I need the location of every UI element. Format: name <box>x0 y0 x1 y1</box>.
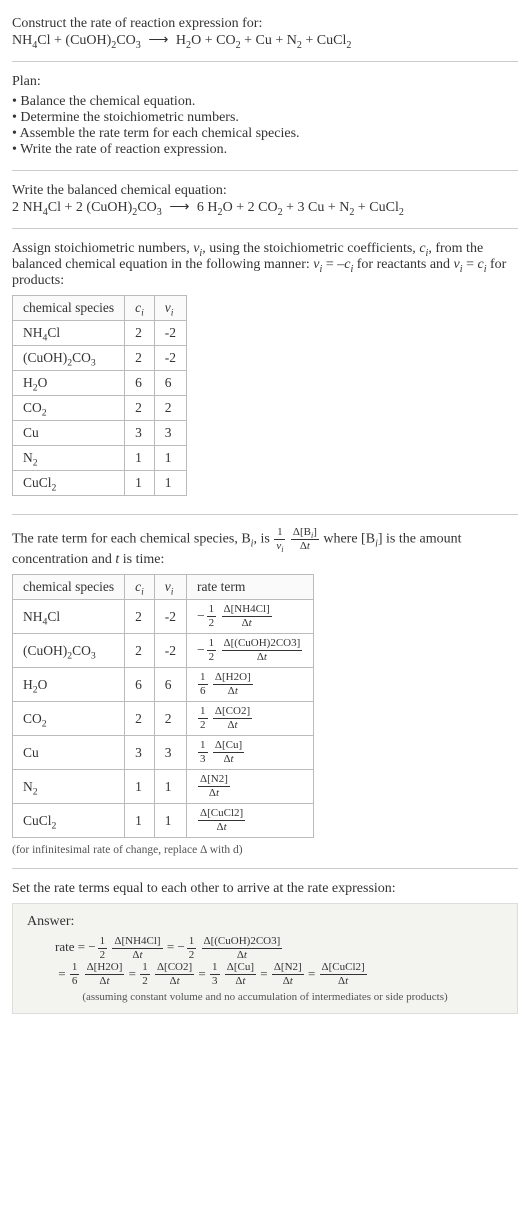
answer-box: Answer: rate = −12 Δ[NH4Cl]Δt = −12 Δ[(C… <box>12 903 518 1014</box>
stoich-table: chemical species ci νi NH4Cl2-2 (CuOH)2C… <box>12 295 187 496</box>
infinitesimal-note: (for infinitesimal rate of change, repla… <box>12 844 518 856</box>
plan-section: Plan: Balance the chemical equation. Det… <box>12 66 518 166</box>
col-ci: ci <box>125 296 155 321</box>
balanced-equation: 2 NH4Cl + 2 (CuOH)2CO3 ⟶ 6 H2O + 2 CO2 +… <box>12 199 518 216</box>
stoich-section: Assign stoichiometric numbers, νi, using… <box>12 233 518 510</box>
rate-expression: rate = −12 Δ[NH4Cl]Δt = −12 Δ[(CuOH)2CO3… <box>27 934 503 987</box>
answer-assumption-note: (assuming constant volume and no accumul… <box>27 991 503 1003</box>
final-section: Set the rate terms equal to each other t… <box>12 873 518 1022</box>
intro-section: Construct the rate of reaction expressio… <box>12 8 518 57</box>
table-row: H2O66 <box>13 371 187 396</box>
plan-item: Determine the stoichiometric numbers. <box>12 110 518 126</box>
plan-heading: Plan: <box>12 74 518 90</box>
table-row: Cu33 <box>13 421 187 446</box>
divider <box>12 228 518 229</box>
divider <box>12 514 518 515</box>
unbalanced-equation: NH4Cl + (CuOH)2CO3 ⟶ H2O + CO2 + Cu + N2… <box>12 32 518 49</box>
col-ci: ci <box>125 575 155 600</box>
table-row: CO222 <box>13 396 187 421</box>
table-row: H2O 6 6 16 Δ[H2O]Δt <box>13 668 314 702</box>
table-row: N2 1 1 Δ[N2]Δt <box>13 770 314 804</box>
table-row: N211 <box>13 446 187 471</box>
col-species: chemical species <box>13 575 125 600</box>
plan-list: Balance the chemical equation. Determine… <box>12 94 518 158</box>
col-rate-term: rate term <box>187 575 314 600</box>
divider <box>12 61 518 62</box>
plan-item: Assemble the rate term for each chemical… <box>12 126 518 142</box>
plan-item: Balance the chemical equation. <box>12 94 518 110</box>
rate-term-table: chemical species ci νi rate term NH4Cl 2… <box>12 574 314 838</box>
table-row: NH4Cl2-2 <box>13 321 187 346</box>
table-row: NH4Cl 2 -2 −12 Δ[NH4Cl]Δt <box>13 600 314 634</box>
answer-label: Answer: <box>27 914 503 930</box>
rate-term-section: The rate term for each chemical species,… <box>12 519 518 864</box>
table-row: (CuOH)2CO32-2 <box>13 346 187 371</box>
balanced-heading: Write the balanced chemical equation: <box>12 183 518 199</box>
divider <box>12 868 518 869</box>
divider <box>12 170 518 171</box>
plan-item: Write the rate of reaction expression. <box>12 142 518 158</box>
col-nui: νi <box>154 575 186 600</box>
table-row: Cu 3 3 13 Δ[Cu]Δt <box>13 736 314 770</box>
col-nui: νi <box>154 296 186 321</box>
col-species: chemical species <box>13 296 125 321</box>
table-row: (CuOH)2CO3 2 -2 −12 Δ[(CuOH)2CO3]Δt <box>13 634 314 668</box>
intro-line: Construct the rate of reaction expressio… <box>12 16 518 32</box>
set-equal-text: Set the rate terms equal to each other t… <box>12 881 518 897</box>
table-row: CuCl211 <box>13 471 187 496</box>
table-row: CuCl2 1 1 Δ[CuCl2]Δt <box>13 804 314 838</box>
rate-term-intro: The rate term for each chemical species,… <box>12 527 518 568</box>
balanced-section: Write the balanced chemical equation: 2 … <box>12 175 518 224</box>
table-row: CO2 2 2 12 Δ[CO2]Δt <box>13 702 314 736</box>
stoich-intro: Assign stoichiometric numbers, νi, using… <box>12 241 518 289</box>
